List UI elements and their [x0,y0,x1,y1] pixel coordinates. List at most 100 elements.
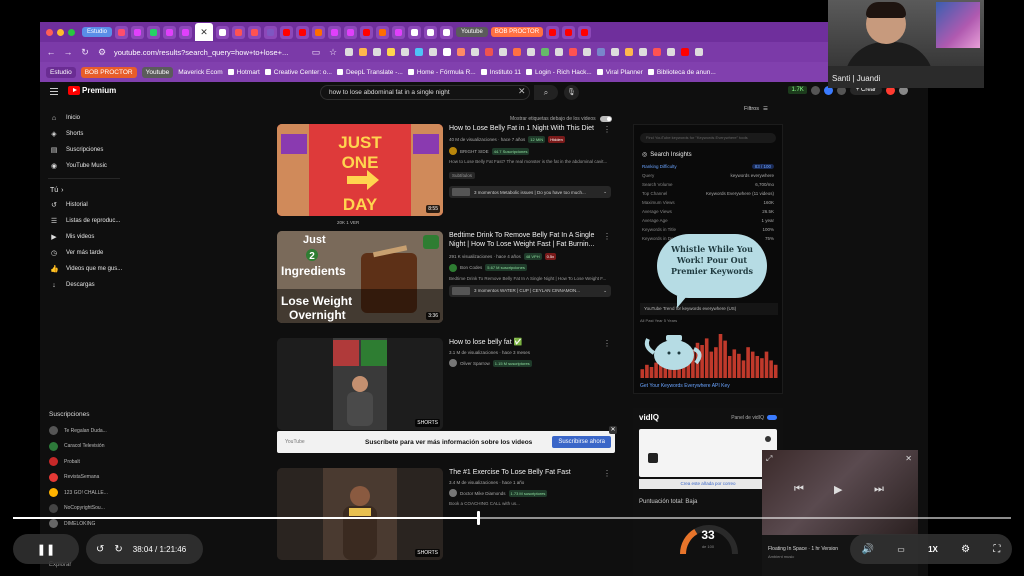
extension-icon[interactable] [513,48,521,56]
bookmark-instituto[interactable]: Instituto 11 [480,69,521,76]
video-thumbnail[interactable]: SHORTS [277,338,443,430]
tab[interactable] [440,25,454,39]
extension-icon[interactable] [541,48,549,56]
close-window-icon[interactable] [46,28,53,36]
tab[interactable] [296,25,310,39]
sidebar-item-descargas[interactable]: ↓ Descargas [40,277,130,293]
bookmark-formula[interactable]: Home - Fórmula R... [407,69,476,76]
extension-icon[interactable] [429,48,437,56]
toggle-switch[interactable] [767,415,777,420]
site-info-icon[interactable]: ⚙ [97,47,107,58]
subscription-item[interactable]: Te Regalan Duda... [40,423,130,439]
tab[interactable] [248,25,262,39]
extension-icon[interactable] [527,48,535,56]
extension-icon[interactable] [359,48,367,56]
tab[interactable] [392,25,406,39]
clear-search-icon[interactable]: ✕ [518,86,526,97]
extension-icon[interactable] [653,48,661,56]
tab[interactable] [424,25,438,39]
seek-handle[interactable] [477,511,481,525]
extension-icon[interactable] [625,48,633,56]
sidebar-item-youtube-music[interactable]: ◉ YouTube Music [40,158,130,174]
channel-row[interactable]: Oliver Sparrow 1.15 M suscriptores [449,359,611,368]
subscription-item[interactable]: NoCopyrightSou... [40,501,130,517]
volume-icon[interactable]: 🔊 [862,544,874,555]
extension-icon[interactable] [583,48,591,56]
tab[interactable] [546,25,560,39]
forward-arrow-icon[interactable]: → [63,47,73,57]
channel-row[interactable]: Doctor Mike Diamonds 1.73 M suscriptores [449,489,611,498]
extension-icon[interactable] [555,48,563,56]
forward-10-icon[interactable]: ↻ [114,544,122,555]
video-thumbnail[interactable]: SHORTS [277,468,443,560]
window-controls[interactable] [46,28,75,36]
tab[interactable] [163,25,177,39]
tab[interactable] [131,25,145,39]
sidebar-item-mis-videos[interactable]: ▶ Mis videos [40,229,130,245]
bookmark-maverick-ecom[interactable]: Maverick Ecom [178,69,222,76]
tab-group-estudio[interactable]: Estudio [82,27,113,37]
more-options-icon[interactable]: ⋮ [603,469,611,478]
close-banner-icon[interactable]: ✕ [609,426,617,434]
result-item[interactable]: Just 2 Ingredients Lose Weight Overnight… [277,231,617,331]
labels-toggle[interactable] [599,116,612,122]
extension-count-badge[interactable]: 1.7K [788,86,807,94]
info-icon[interactable] [765,436,771,442]
extension-icon[interactable] [457,48,465,56]
expand-icon[interactable]: ⤢ [766,454,772,464]
channel-row[interactable]: Bon Codes 5.67 M suscripciones [449,263,611,272]
seek-bar[interactable] [13,511,1011,525]
bookmark-folder-youtube[interactable]: Youtube [141,66,174,78]
key-moments[interactable]: 3 momentos Metabolic issues | Do you hav… [449,186,611,199]
bookmark-biblioteca[interactable]: Biblioteca de anun... [647,69,716,76]
previous-icon[interactable]: ⏮ [794,483,804,496]
sidebar-item-listas[interactable]: ☰ Listas de reproduc... [40,213,130,229]
back-arrow-icon[interactable]: ← [46,47,56,57]
url-field[interactable]: youtube.com/results?search_query=how+to+… [114,48,304,57]
extension-icon[interactable] [681,48,689,56]
subscription-item[interactable]: Caracol Televisión [40,439,130,455]
tab[interactable] [578,25,592,39]
sidebar-item-ver-mas-tarde[interactable]: ◷ Ver más tarde [40,245,130,261]
trend-range-tabs[interactable]: All Past Year 5 Years [640,318,677,323]
tab[interactable] [280,25,294,39]
close-miniplayer-icon[interactable]: ✕ [905,454,912,463]
subscribe-now-button[interactable]: Suscribirse ahora [552,436,611,448]
minimize-window-icon[interactable] [57,28,64,36]
tab[interactable] [216,25,230,39]
bookmark-star-icon[interactable]: ☆ [328,47,338,58]
sidebar-item-videos-me-gustan[interactable]: 👍 Videos que me gus... [40,261,130,277]
tab-group-youtube[interactable]: Youtube [456,27,488,37]
get-api-key-link[interactable]: Get Your Keywords Everywhere API Key [640,383,730,389]
tab[interactable] [344,25,358,39]
extension-icon[interactable] [345,48,353,56]
cast-icon[interactable]: ▭ [311,47,321,58]
fullscreen-icon[interactable]: ⛶ [993,544,1000,555]
vidiq-email-link[interactable]: Crea este añada por correo [639,479,777,489]
sidebar-item-suscripciones[interactable]: ▤ Suscripciones [40,142,130,158]
extension-icon[interactable] [401,48,409,56]
more-options-icon[interactable]: ⋮ [603,339,611,348]
sidebar-item-shorts[interactable]: ◈ Shorts [40,126,130,142]
video-thumbnail[interactable]: JUST ONE DAY 8:55 [277,124,443,216]
tab-group-bob-proctor[interactable]: BOB PROCTOR [490,27,544,37]
bookmark-hotmart[interactable]: Hotmart [227,69,260,76]
more-options-icon[interactable]: ⋮ [603,125,611,134]
tab[interactable] [115,25,129,39]
tab[interactable] [179,25,193,39]
tab[interactable] [376,25,390,39]
extension-icon[interactable] [499,48,507,56]
extension-icon[interactable] [695,48,703,56]
pause-icon[interactable]: ❚❚ [37,543,55,556]
extension-icon[interactable] [415,48,423,56]
subscription-item[interactable]: Probalt [40,454,130,470]
tab[interactable] [360,25,374,39]
video-title[interactable]: The #1 Exercise To Lose Belly Fat Fast [449,468,611,477]
bookmark-rich-hack[interactable]: Login - Rich Hack... [526,69,592,76]
sidebar-section-tu[interactable]: Tú › [40,183,130,197]
menu-icon[interactable] [50,88,58,95]
vidiq-panel-toggle[interactable]: Panel de vidIQ [731,415,777,421]
extension-icon[interactable] [810,85,820,95]
extension-icon[interactable] [667,48,675,56]
video-title[interactable]: How to Lose Belly Fat in 1 Night With Th… [449,124,611,133]
